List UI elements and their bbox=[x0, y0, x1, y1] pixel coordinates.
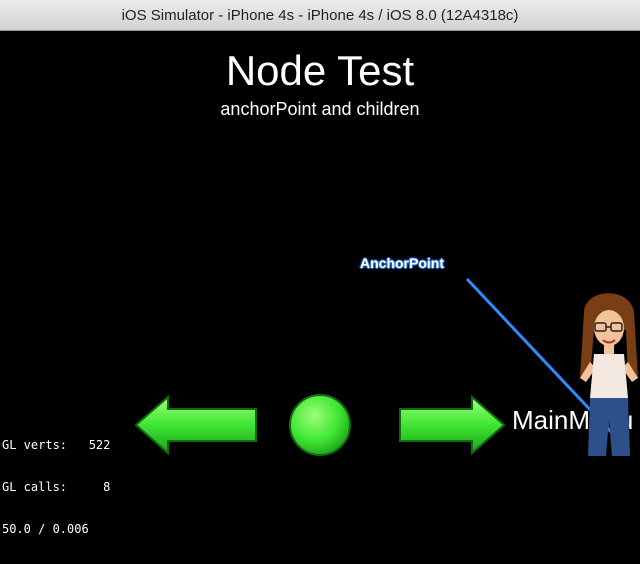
forward-arrow-button[interactable] bbox=[399, 394, 506, 456]
restart-button[interactable] bbox=[289, 394, 351, 456]
back-arrow-button[interactable] bbox=[134, 394, 257, 456]
gl-calls-stat: GL calls: 8 bbox=[2, 480, 111, 494]
fps-stat: 50.0 / 0.006 bbox=[2, 522, 89, 536]
scene-graphics bbox=[134, 277, 638, 456]
